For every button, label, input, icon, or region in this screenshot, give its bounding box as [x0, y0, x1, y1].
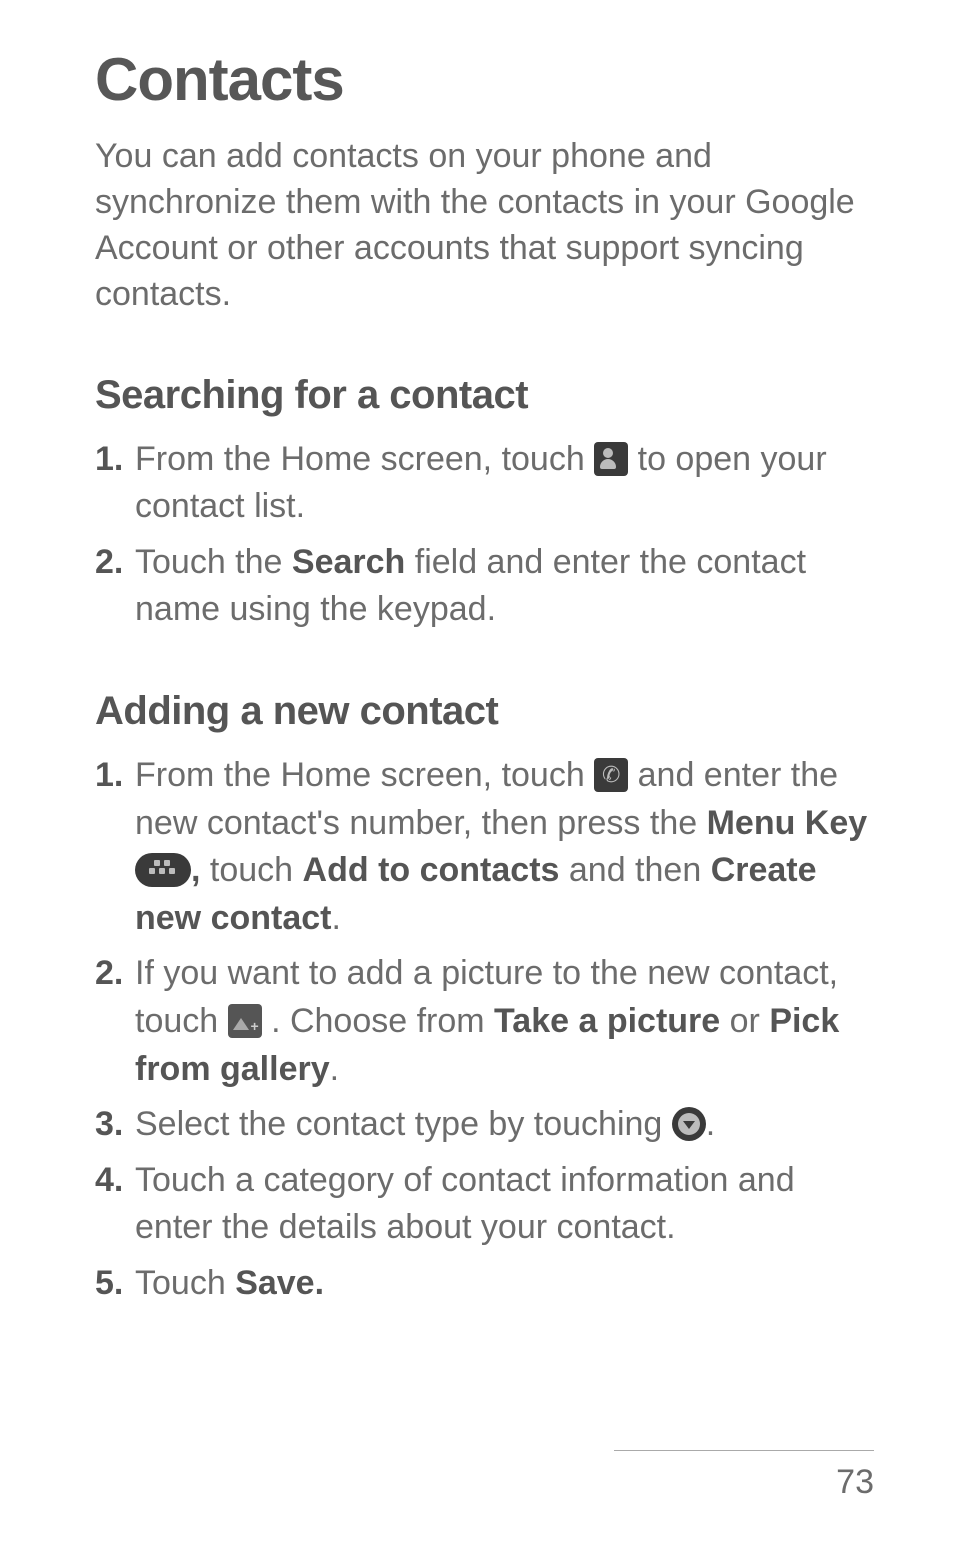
bold-text: ,	[191, 851, 200, 889]
list-item: 4.Touch a category of contact informatio…	[95, 1157, 879, 1252]
list-number: 2.	[95, 539, 123, 587]
phone-icon	[594, 758, 628, 792]
bold-text: Search	[292, 543, 405, 581]
list-item: 1.From the Home screen, touch to open yo…	[95, 436, 879, 531]
bold-text: Menu Key	[707, 804, 868, 842]
section-list-1: 1.From the Home screen, touch to open yo…	[95, 436, 879, 634]
page-title: Contacts	[95, 45, 879, 114]
page-number: 73	[614, 1463, 874, 1502]
list-number: 2.	[95, 950, 123, 998]
page-footer: 73	[614, 1450, 874, 1502]
list-number: 1.	[95, 752, 123, 800]
add-photo-icon	[228, 1004, 262, 1038]
dropdown-icon	[672, 1107, 706, 1141]
list-number: 4.	[95, 1157, 123, 1205]
section-heading-2: Adding a new contact	[95, 689, 879, 734]
list-item: 2.If you want to add a picture to the ne…	[95, 950, 879, 1093]
contacts-icon	[594, 442, 628, 476]
list-number: 1.	[95, 436, 123, 484]
footer-rule	[614, 1450, 874, 1451]
list-item: 1.From the Home screen, touch and enter …	[95, 752, 879, 942]
bold-text: Take a picture	[494, 1002, 720, 1040]
list-number: 5.	[95, 1260, 123, 1308]
list-item: 5.Touch Save.	[95, 1260, 879, 1308]
bold-text: Add to contacts	[303, 851, 560, 889]
list-item: 2.Touch the Search field and enter the c…	[95, 539, 879, 634]
bold-text: Save.	[235, 1264, 324, 1302]
list-number: 3.	[95, 1101, 123, 1149]
intro-paragraph: You can add contacts on your phone and s…	[95, 134, 879, 318]
section-list-2: 1.From the Home screen, touch and enter …	[95, 752, 879, 1308]
section-heading-1: Searching for a contact	[95, 373, 879, 418]
menu-key-icon	[135, 853, 191, 887]
list-item: 3.Select the contact type by touching .	[95, 1101, 879, 1149]
